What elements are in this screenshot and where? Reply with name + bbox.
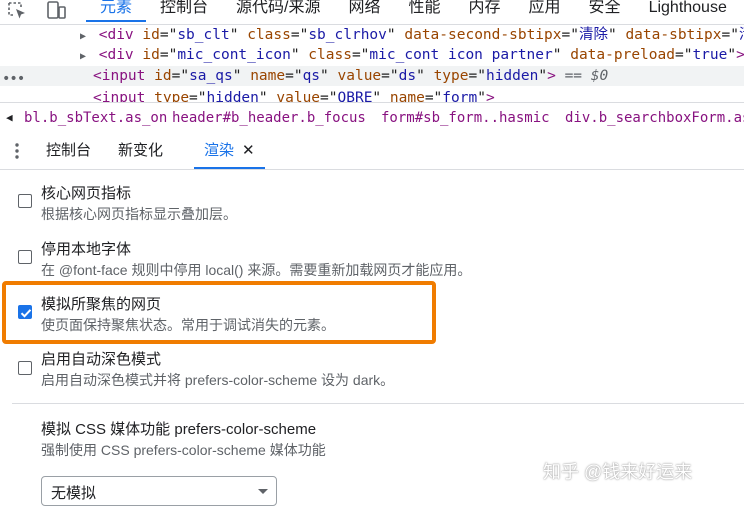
attr-name: id — [142, 27, 160, 43]
attr-value: hidden — [206, 90, 259, 102]
breadcrumb-item[interactable]: div.b_searchboxForm.as — [565, 103, 744, 133]
attr-value: mic_cont_icon — [177, 47, 291, 63]
divider — [12, 403, 744, 404]
expand-arrow-icon[interactable]: ▶ — [80, 47, 90, 67]
tag-close: > — [485, 90, 495, 102]
dom-node-sb-clt[interactable]: ▶ <div id="sb_clt" class="sb_clrhov" dat… — [80, 25, 744, 45]
option-description: 在 @font-face 规则中停用 local() 来源。需要重新加载网页才能… — [41, 262, 472, 278]
scroll-left-icon[interactable]: ◀ — [6, 103, 13, 133]
checkbox-core-web-vitals[interactable] — [18, 194, 32, 208]
drawer-tab-whats-new[interactable]: 新变化 — [118, 133, 163, 169]
attr-name: data-preload — [570, 47, 675, 63]
tab-lighthouse[interactable]: Lighthouse — [635, 0, 741, 22]
close-icon[interactable]: ✕ — [242, 133, 255, 169]
drawer-tab-console[interactable]: 控制台 — [46, 133, 91, 169]
devtools-tabs: 元素 控制台 源代码/来源 网络 性能 内存 应用 安全 Lighthouse — [86, 0, 741, 24]
option-title: 启用自动深色模式 — [41, 351, 162, 368]
attr-name: type — [433, 68, 469, 84]
tag-name: <div — [98, 27, 134, 43]
emulate-prefers-color-scheme-desc: 强制使用 CSS prefers-color-scheme 媒体功能 — [41, 442, 326, 458]
tab-security[interactable]: 安全 — [575, 0, 635, 22]
checkbox-disable-local-fonts[interactable] — [18, 250, 32, 264]
attr-name: value — [276, 90, 321, 102]
tab-sources[interactable]: 源代码/来源 — [222, 0, 334, 22]
attr-name: id — [154, 68, 172, 84]
tab-memory[interactable]: 内存 — [455, 0, 515, 22]
chevron-down-icon — [258, 489, 268, 494]
attr-name: class — [308, 47, 352, 63]
tag-name: <input — [93, 90, 146, 102]
kebab-menu-icon[interactable] — [12, 142, 22, 160]
attr-value: QBRE — [337, 90, 373, 102]
tag-close: > — [547, 68, 556, 84]
breadcrumb-item[interactable]: header#b_header.b_focus — [172, 103, 366, 133]
option-description: 根据核心网页指标显示叠加层。 — [41, 206, 237, 222]
attr-name: name — [250, 68, 286, 84]
selected-node-marker: == $0 — [564, 68, 609, 84]
devtools-tab-bar: 元素 控制台 源代码/来源 网络 性能 内存 应用 安全 Lighthouse — [0, 0, 744, 25]
attr-value: sb_clt — [177, 27, 230, 43]
attr-name: data-second-sbtipx — [404, 27, 562, 43]
attr-value: 清除 — [578, 27, 608, 43]
more-options-dots-icon[interactable]: ••• — [2, 71, 25, 87]
option-title: 停用本地字体 — [41, 241, 132, 258]
breadcrumb-item[interactable]: form#sb_form..hasmic — [381, 103, 550, 133]
device-toolbar-icon[interactable] — [44, 0, 70, 24]
breadcrumb: ◀ bl.b_sbText.as_on header#b_header.b_fo… — [0, 102, 744, 134]
attr-value: ds — [398, 68, 417, 84]
elements-dom-tree: ▶ <div id="sb_clt" class="sb_clrhov" dat… — [0, 25, 744, 102]
option-description: 启用自动深色模式并将 prefers-color-scheme 设为 dark。 — [41, 372, 395, 388]
drawer-tab-bar: 控制台 新变化 渲染 ✕ — [0, 133, 744, 170]
drawer-tab-rendering-label: 渲染 — [204, 142, 235, 159]
tab-application[interactable]: 应用 — [515, 0, 575, 22]
watermark: 知乎 @钱来好运来 — [543, 462, 693, 482]
prefers-color-scheme-select[interactable]: 无模拟 — [41, 476, 277, 506]
attr-name: type — [154, 90, 190, 102]
attr-value: true — [692, 47, 728, 63]
attr-name: data-sbtipx — [625, 27, 722, 43]
dom-node-form-input[interactable]: <input type="hidden" value="QBRE" name="… — [93, 88, 744, 102]
tab-elements[interactable]: 元素 — [86, 0, 147, 22]
attr-value: sb_clrhov — [308, 27, 387, 43]
expand-arrow-icon[interactable]: ▶ — [80, 27, 90, 47]
attr-name: id — [142, 47, 160, 63]
attr-value: hidden — [485, 68, 539, 84]
tag-name: <div — [98, 47, 134, 63]
attr-value: form — [442, 90, 478, 102]
emulate-prefers-color-scheme-title: 模拟 CSS 媒体功能 prefers-color-scheme — [41, 421, 317, 438]
attr-name: value — [337, 68, 382, 84]
tab-console[interactable]: 控制台 — [146, 0, 222, 22]
tag-name: <input — [93, 68, 146, 84]
dom-node-mic-cont-icon[interactable]: ▶ <div id="mic_cont_icon" class="mic_con… — [80, 45, 744, 65]
attr-value: mic_cont icon partner — [369, 47, 553, 63]
tab-network[interactable]: 网络 — [334, 0, 394, 22]
focus-highlight-box — [2, 281, 436, 344]
tab-performance[interactable]: 性能 — [395, 0, 455, 22]
inspect-element-icon[interactable] — [6, 0, 32, 24]
checkbox-auto-dark-mode[interactable] — [18, 361, 32, 375]
tag-close: > — [736, 47, 744, 63]
drawer-tab-rendering[interactable]: 渲染 ✕ — [194, 133, 265, 169]
attr-value: sa_qs — [189, 68, 233, 84]
dom-node-sa-qs-selected[interactable]: <input id="sa_qs" name="qs" value="ds" t… — [0, 66, 744, 86]
attr-name: class — [247, 27, 291, 43]
attr-name: name — [389, 90, 425, 102]
attr-value: 清除 — [739, 27, 744, 43]
breadcrumb-item[interactable]: bl.b_sbText.as_on — [24, 103, 167, 133]
attr-value: qs — [302, 68, 321, 84]
option-title: 核心网页指标 — [41, 185, 132, 202]
